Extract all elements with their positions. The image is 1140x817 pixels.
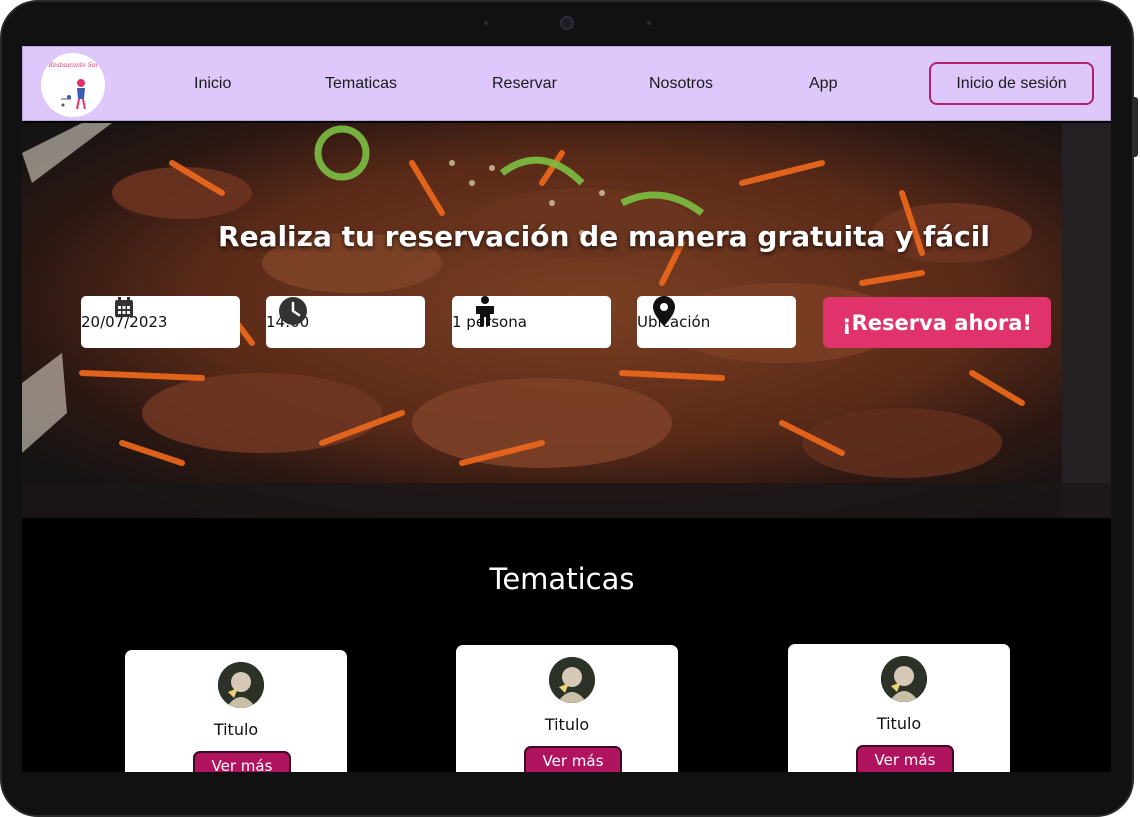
nav-link-nosotros[interactable]: Nosotros — [649, 75, 713, 93]
nav-link-inicio[interactable]: Inicio — [194, 75, 231, 93]
card-avatar — [549, 657, 595, 703]
tematicas-title: Tematicas — [489, 562, 635, 596]
date-picker[interactable]: 20/07/2023 — [81, 296, 240, 348]
card-title: Titulo — [544, 715, 590, 734]
tablet-frame: Restaurante Sol Inicio Tematicas Reserva… — [0, 0, 1138, 817]
ver-mas-button[interactable]: Ver más — [524, 746, 622, 772]
restaurant-logo[interactable]: Restaurante Sol — [41, 53, 105, 117]
tablet-camera — [560, 16, 574, 30]
nav-link-reservar[interactable]: Reservar — [492, 75, 557, 93]
card-title: Titulo — [876, 714, 922, 733]
calendar-icon — [115, 297, 133, 317]
reserve-now-button[interactable]: ¡Reserva ahora! — [823, 297, 1051, 348]
location-selector[interactable]: Ubicación — [637, 296, 796, 348]
location-pin-icon — [653, 296, 675, 326]
login-button[interactable]: Inicio de sesión — [929, 62, 1094, 105]
ver-mas-button[interactable]: Ver más — [856, 745, 954, 772]
card-avatar — [218, 662, 264, 708]
clock-icon — [279, 297, 307, 325]
card-avatar — [881, 656, 927, 702]
app-screen: Restaurante Sol Inicio Tematicas Reserva… — [22, 46, 1111, 772]
navbar: Restaurante Sol Inicio Tematicas Reserva… — [22, 46, 1111, 121]
nav-link-app[interactable]: App — [809, 75, 837, 93]
tematica-card: Titulo Ver más — [125, 650, 347, 772]
tablet-side-button — [1132, 97, 1138, 157]
hero-banner: Realiza tu reservación de manera gratuit… — [22, 123, 1111, 518]
card-title: Titulo — [213, 720, 259, 739]
tablet-sensor — [484, 21, 488, 25]
hero-title: Realiza tu reservación de manera gratuit… — [218, 220, 990, 253]
tablet-sensor — [647, 21, 651, 25]
tematica-card: Titulo Ver más — [788, 644, 1010, 772]
time-picker[interactable]: 14:00 — [266, 296, 425, 348]
ver-mas-button[interactable]: Ver más — [193, 751, 291, 772]
tematica-card: Titulo Ver más — [456, 645, 678, 772]
nav-link-tematicas[interactable]: Tematicas — [325, 75, 397, 93]
people-selector[interactable]: 1 persona — [452, 296, 611, 348]
person-icon — [476, 296, 494, 326]
svg-text:Restaurante Sol: Restaurante Sol — [48, 62, 98, 69]
